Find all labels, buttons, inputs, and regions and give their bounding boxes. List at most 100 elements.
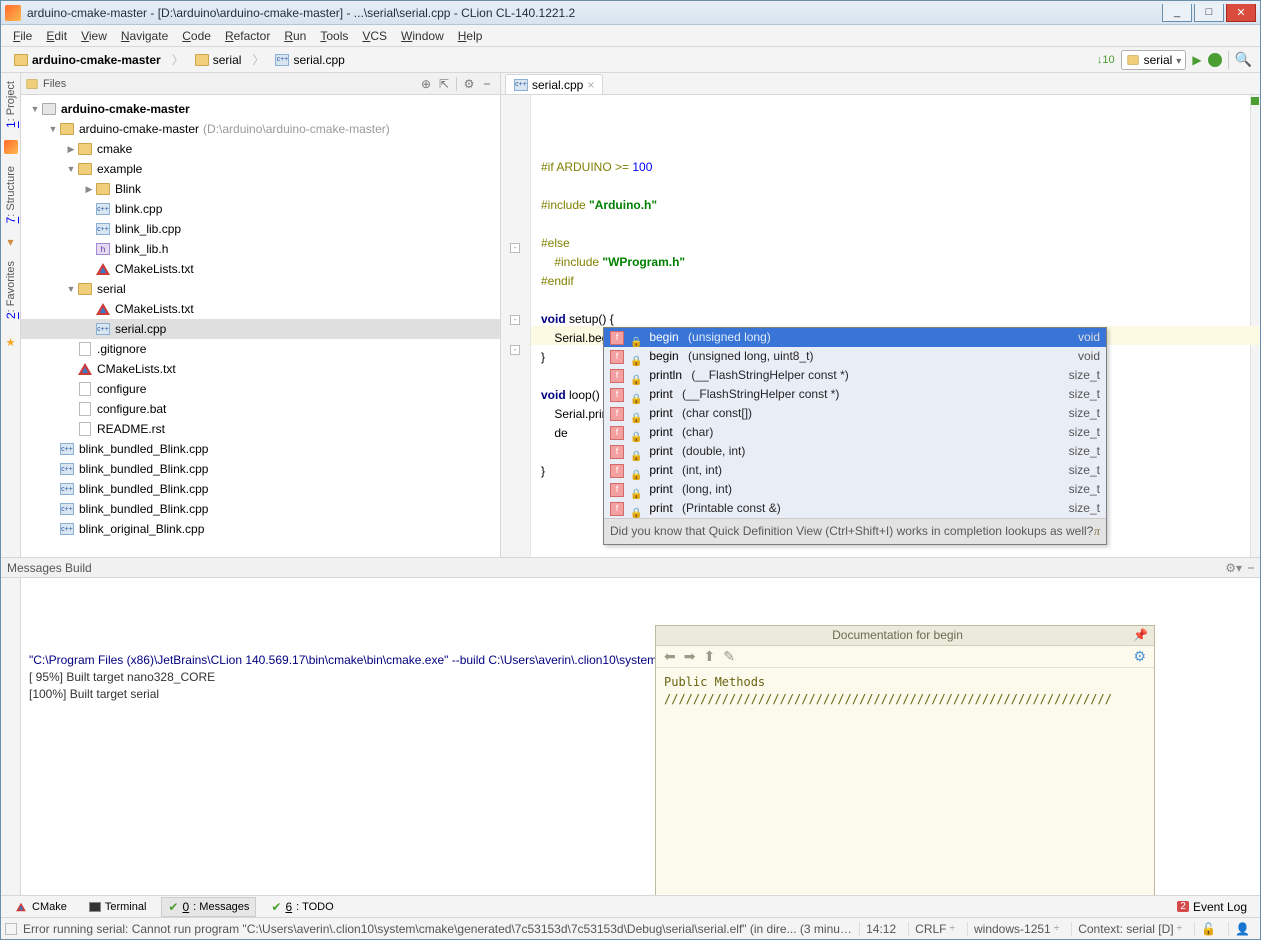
menu-code[interactable]: Code — [176, 27, 217, 45]
tree-item-cmakelists-txt[interactable]: CMakeLists.txt — [21, 259, 500, 279]
breadcrumb-2[interactable]: serial.cpp — [268, 50, 351, 70]
tree-twisty-icon[interactable]: ▶ — [65, 144, 77, 155]
menu-tools[interactable]: Tools — [314, 27, 354, 45]
tree-twisty-icon[interactable]: ▼ — [47, 124, 59, 134]
menu-view[interactable]: View — [75, 27, 113, 45]
breadcrumb-0[interactable]: arduino-cmake-master — [7, 50, 168, 70]
gear-icon[interactable]: ⚙ — [460, 75, 478, 93]
tree-item-configure[interactable]: configure — [21, 379, 500, 399]
completion-item-print[interactable]: 🔒 print (char)size_t — [604, 423, 1106, 442]
maximize-button[interactable]: □ — [1194, 4, 1224, 22]
tree-twisty-icon[interactable]: ▼ — [65, 284, 77, 294]
tree-item-serial[interactable]: ▼serial — [21, 279, 500, 299]
search-everywhere-button[interactable]: 🔍 — [1235, 51, 1252, 68]
back-icon[interactable]: ⬅ — [664, 648, 676, 665]
messages-output[interactable]: Documentation for begin📌 ⬅ ➡ ⬆ ✎ ⚙ Publi… — [21, 578, 1260, 895]
completion-item-begin[interactable]: 🔒 begin (unsigned long, uint8_t)void — [604, 347, 1106, 366]
event-log-button[interactable]: 2 Event Log — [1170, 897, 1254, 917]
fold-icon[interactable]: - — [510, 243, 520, 253]
tool-tab-project[interactable]: 1: Project — [3, 77, 19, 132]
menu-edit[interactable]: Edit — [40, 27, 73, 45]
gear-icon[interactable]: ⚙ — [1133, 648, 1146, 665]
tree-item-blink-bundled-blink-cpp[interactable]: blink_bundled_Blink.cpp — [21, 499, 500, 519]
completion-item-print[interactable]: 🔒 print (char const[])size_t — [604, 404, 1106, 423]
tree-item-example[interactable]: ▼example — [21, 159, 500, 179]
tree-item-blink-bundled-blink-cpp[interactable]: blink_bundled_Blink.cpp — [21, 459, 500, 479]
collapse-all-icon[interactable]: ⇱ — [435, 75, 453, 93]
lock-icon[interactable]: 🔓 — [1194, 922, 1222, 936]
tree-item-blink[interactable]: ▶Blink — [21, 179, 500, 199]
bottom-tab-todo[interactable]: ✔ 6: TODO — [264, 897, 340, 917]
editor-tab-serial[interactable]: serial.cpp × — [505, 74, 603, 94]
tree-item-blink-lib-h[interactable]: blink_lib.h — [21, 239, 500, 259]
new-scratch-icon[interactable]: ⊕ — [417, 75, 435, 93]
tree-item-blink-original-blink-cpp[interactable]: blink_original_Blink.cpp — [21, 519, 500, 539]
completion-item-println[interactable]: 🔒 println (__FlashStringHelper const *)s… — [604, 366, 1106, 385]
gear-icon[interactable]: ⚙▾ — [1225, 561, 1242, 575]
hide-tool-icon[interactable]: ⎯ — [1248, 560, 1254, 575]
completion-item-print[interactable]: 🔒 print (__FlashStringHelper const *)siz… — [604, 385, 1106, 404]
documentation-popup[interactable]: Documentation for begin📌 ⬅ ➡ ⬆ ✎ ⚙ Publi… — [655, 625, 1155, 895]
completion-item-print[interactable]: 🔒 print (Printable const &)size_t — [604, 499, 1106, 518]
tool-tab-star[interactable]: ★ — [5, 332, 17, 353]
tree-item-cmake[interactable]: ▶cmake — [21, 139, 500, 159]
tree-twisty-icon[interactable]: ▼ — [29, 104, 41, 114]
status-message[interactable]: Error running serial: Cannot run program… — [23, 922, 853, 936]
file-encoding[interactable]: windows-1251÷ — [967, 922, 1065, 936]
tool-tab-clion[interactable] — [4, 140, 18, 154]
tree-item-blink-lib-cpp[interactable]: blink_lib.cpp — [21, 219, 500, 239]
tree-item-blink-bundled-blink-cpp[interactable]: blink_bundled_Blink.cpp — [21, 479, 500, 499]
completion-popup[interactable]: 🔒 begin (unsigned long)void🔒 begin (unsi… — [603, 327, 1107, 545]
tool-tab-structure[interactable]: 7: Structure — [3, 162, 19, 227]
tree-twisty-icon[interactable]: ▶ — [83, 184, 95, 195]
make-icon[interactable]: ↓10 — [1097, 54, 1115, 66]
menu-window[interactable]: Window — [395, 27, 450, 45]
caret-position[interactable]: 14:12 — [859, 922, 902, 936]
tree-item-serial-cpp[interactable]: serial.cpp — [21, 319, 500, 339]
menu-vcs[interactable]: VCS — [356, 27, 393, 45]
tree-item-blink-bundled-blink-cpp[interactable]: blink_bundled_Blink.cpp — [21, 439, 500, 459]
messages-toolbar[interactable] — [1, 578, 21, 895]
pin-icon[interactable]: 📌 — [1133, 627, 1148, 644]
tree-item-cmakelists-txt[interactable]: CMakeLists.txt — [21, 359, 500, 379]
close-tab-icon[interactable]: × — [587, 78, 594, 92]
menu-file[interactable]: File — [7, 27, 38, 45]
edit-source-icon[interactable]: ✎ — [723, 648, 735, 665]
bottom-tab-messages[interactable]: ✔ 0: Messages — [161, 897, 256, 917]
project-tree[interactable]: ▼arduino-cmake-master▼arduino-cmake-mast… — [21, 95, 500, 557]
tree-item-arduino-cmake-master[interactable]: ▼arduino-cmake-master(D:\arduino\arduino… — [21, 119, 500, 139]
close-button[interactable]: ✕ — [1226, 4, 1256, 22]
tree-item-configure-bat[interactable]: configure.bat — [21, 399, 500, 419]
completion-item-print[interactable]: 🔒 print (int, int)size_t — [604, 461, 1106, 480]
menu-run[interactable]: Run — [278, 27, 312, 45]
completion-item-begin[interactable]: 🔒 begin (unsigned long)void — [604, 328, 1106, 347]
tool-window-toggle-icon[interactable] — [5, 923, 17, 935]
tree-item-readme-rst[interactable]: README.rst — [21, 419, 500, 439]
tree-twisty-icon[interactable]: ▼ — [65, 164, 77, 174]
menu-navigate[interactable]: Navigate — [115, 27, 174, 45]
completion-item-print[interactable]: 🔒 print (long, int)size_t — [604, 480, 1106, 499]
code-editor[interactable]: #if ARDUINO >= 100 #include "Arduino.h" … — [531, 95, 1260, 557]
menu-help[interactable]: Help — [452, 27, 489, 45]
forward-icon[interactable]: ➡ — [684, 648, 696, 665]
up-icon[interactable]: ⬆ — [703, 648, 715, 665]
debug-button[interactable] — [1208, 53, 1222, 67]
tree-item-arduino-cmake-master[interactable]: ▼arduino-cmake-master — [21, 99, 500, 119]
fold-icon[interactable]: - — [510, 345, 520, 355]
line-separator[interactable]: CRLF÷ — [908, 922, 961, 936]
tool-tab-favorites[interactable]: 2: Favorites — [3, 257, 19, 323]
tree-item-cmakelists-txt[interactable]: CMakeLists.txt — [21, 299, 500, 319]
bottom-tab-terminal[interactable]: Terminal — [82, 898, 154, 916]
menu-refactor[interactable]: Refactor — [219, 27, 276, 45]
tool-tab-filter[interactable]: ▾ — [7, 235, 13, 249]
tree-item-blink-cpp[interactable]: blink.cpp — [21, 199, 500, 219]
hector-icon[interactable]: 👤 — [1228, 922, 1256, 936]
completion-item-print[interactable]: 🔒 print (double, int)size_t — [604, 442, 1106, 461]
run-config-combo[interactable]: serial — [1121, 50, 1187, 70]
run-button[interactable]: ▶ — [1192, 53, 1201, 67]
gutter[interactable]: - - - — [501, 95, 531, 557]
fold-icon[interactable]: - — [510, 315, 520, 325]
bottom-tab-cmake[interactable]: CMake — [7, 898, 74, 916]
minimize-button[interactable]: _ — [1162, 4, 1192, 22]
tree-item--gitignore[interactable]: .gitignore — [21, 339, 500, 359]
